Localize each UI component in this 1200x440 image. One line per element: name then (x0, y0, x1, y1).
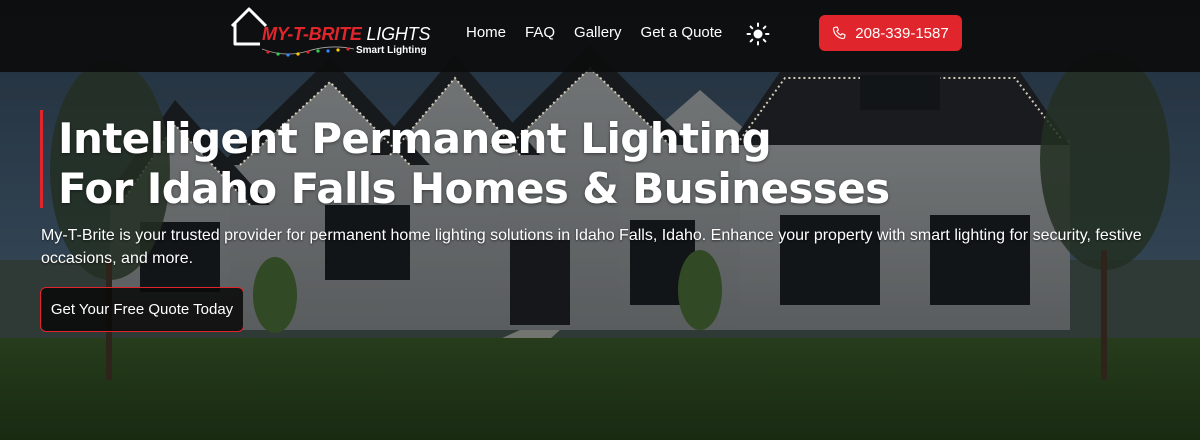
sun-icon[interactable] (746, 22, 770, 46)
title-accent-bar (40, 110, 43, 208)
nav-link-get-a-quote[interactable]: Get a Quote (641, 22, 723, 44)
nav-link-faq[interactable]: FAQ (525, 22, 555, 44)
phone-icon (833, 26, 846, 40)
phone-number: 208-339-1587 (855, 24, 949, 42)
brand-logo[interactable]: MY-T-BRITE LIGHTS Smart Lighting (228, 6, 438, 64)
hero-title-line-1: Intelligent Permanent Lighting (58, 114, 772, 163)
hero-title: Intelligent Permanent Lighting For Idaho… (58, 114, 918, 214)
brand-name-suffix: LIGHTS (366, 24, 431, 44)
hero-title-line-2: For Idaho Falls Homes & Businesses (58, 164, 890, 213)
nav-link-gallery[interactable]: Gallery (574, 22, 622, 44)
hero-description: My-T-Brite is your trusted provider for … (41, 227, 1142, 267)
string-lights-icon (262, 46, 354, 57)
brand-name: MY-T-BRITE LIGHTS (262, 24, 430, 45)
free-quote-button[interactable]: Get Your Free Quote Today (40, 287, 244, 332)
phone-call-button[interactable]: 208-339-1587 (819, 15, 962, 51)
brand-tagline: Smart Lighting (356, 45, 427, 56)
brand-name-main: MY-T-BRITE (262, 24, 362, 44)
main-nav: Home FAQ Gallery Get a Quote (466, 22, 741, 44)
nav-link-home[interactable]: Home (466, 22, 506, 44)
navbar: MY-T-BRITE LIGHTS Smart Lighting Home FA… (0, 0, 1200, 72)
